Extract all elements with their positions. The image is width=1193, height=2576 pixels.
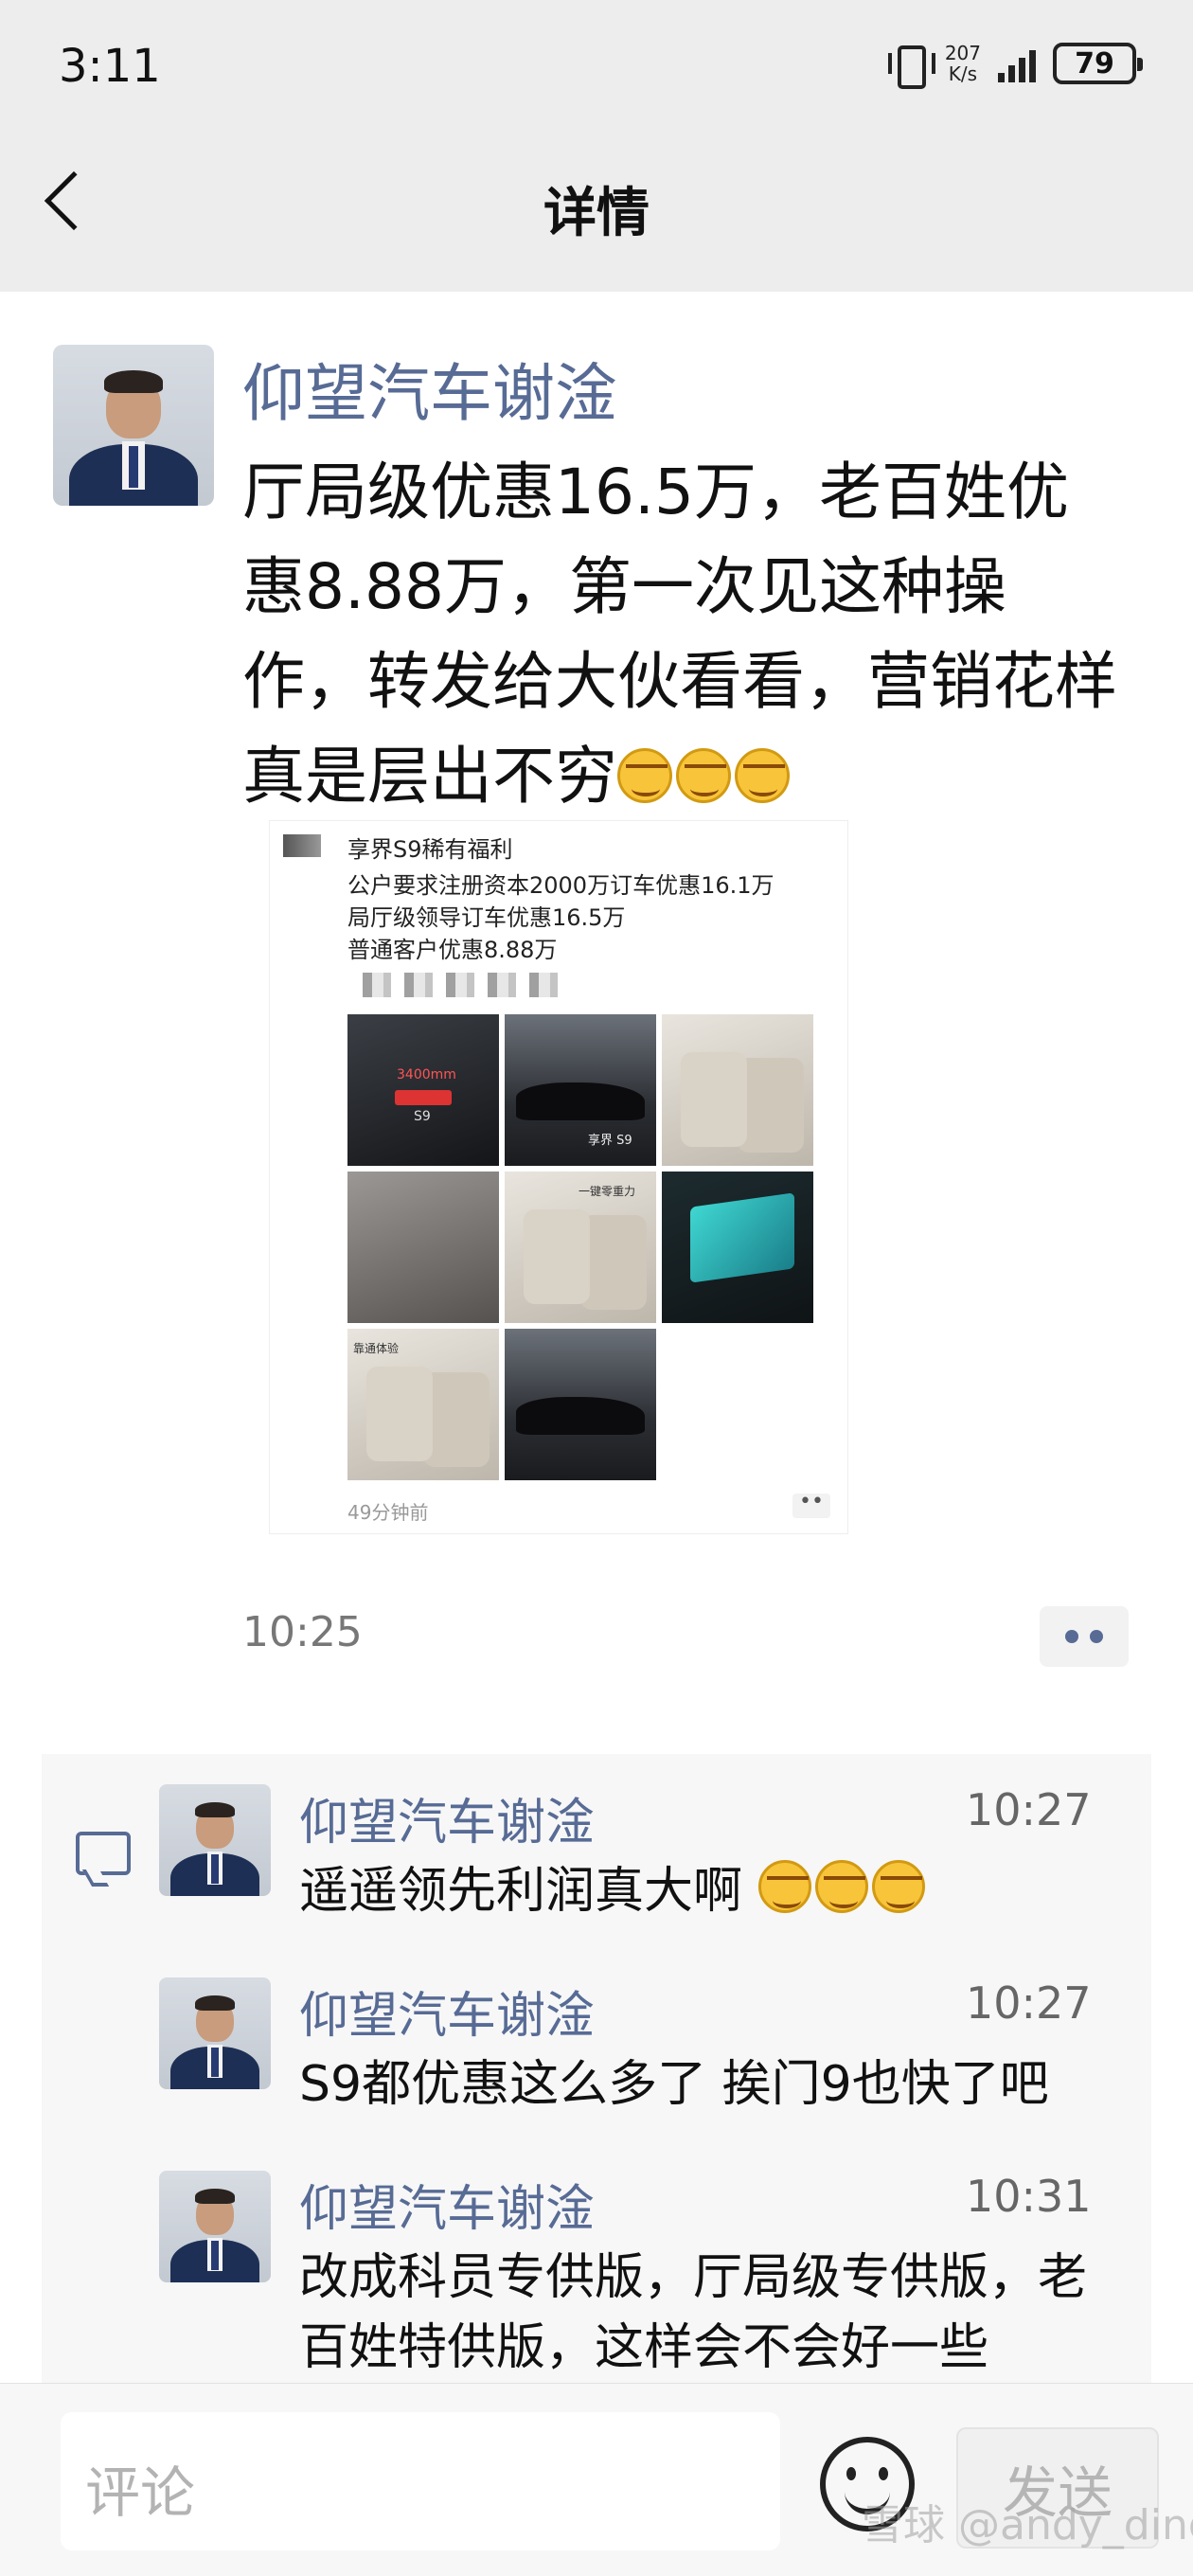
comment-input[interactable]: 评论 (61, 2412, 780, 2550)
top-bar: 3:11 207 K/s 79 详情 (0, 0, 1193, 292)
comment-avatar[interactable] (159, 1784, 271, 1896)
shot-line-3: 普通客户优惠8.88万 (347, 937, 558, 963)
blurred-text (363, 973, 561, 997)
blurred-avatar (283, 834, 321, 857)
thumb-display (662, 1172, 813, 1323)
comment-author[interactable]: 仰望汽车谢淦 (299, 1976, 595, 2047)
more-options-button[interactable] (1040, 1606, 1129, 1667)
comment-author[interactable]: 仰望汽车谢淦 (299, 1782, 595, 1853)
shot-line-1: 公户要求注册资本2000万订车优惠16.1万 (347, 872, 775, 899)
signal-icon (998, 45, 1036, 82)
post-avatar[interactable] (53, 345, 214, 506)
post-time: 10:25 (242, 1608, 363, 1656)
page-title: 详情 (543, 183, 650, 244)
comment-time: 10:31 (966, 2171, 1092, 2222)
post-author-name[interactable]: 仰望汽车谢淦 (242, 343, 617, 434)
smirk-emoji-icon (757, 1860, 811, 1913)
comment-text[interactable]: 改成科员专供版，厅局级专供版，老百姓特供版，这样会不会好一些 (299, 2243, 1132, 2383)
status-time: 3:11 (59, 40, 161, 93)
shared-screenshot-image[interactable]: 享界S9稀有福利 公户要求注册资本2000万订车优惠16.1万 局厅级领导订车优… (269, 820, 848, 1534)
facepalm-laugh-emoji-icon (676, 748, 731, 803)
shot-timestamp: 49分钟前 (347, 1501, 429, 1524)
thumb-seat-screen (347, 1172, 499, 1323)
comment-author[interactable]: 仰望汽车谢淦 (299, 2169, 595, 2240)
vibrate-icon (887, 42, 935, 89)
thumb-dimensions: 3400mm S9 (347, 1014, 499, 1166)
post-text-content: 厅局级优惠16.5万，老百姓优惠8.88万，第一次见这种操作，转发给大伙看看，营… (242, 456, 1117, 813)
thumb-seat-controls: 一键零重力 (505, 1172, 656, 1323)
facepalm-laugh-emoji-icon (735, 748, 790, 803)
moments-detail-page: 3:11 207 K/s 79 详情 仰望汽车谢淦 厅局级优惠16.5万，老百姓… (0, 0, 1193, 2576)
comments-panel: 仰望汽车谢淦 10:27 遥遥领先利润真大啊 仰望汽车谢淦 10:27 S9都优… (42, 1754, 1151, 2385)
shot-more-icon: •• (792, 1492, 830, 1518)
comment-time: 10:27 (966, 1784, 1092, 1835)
shot-line-2: 局厅级领导订车优惠16.5万 (347, 904, 626, 931)
status-icons: 207 K/s 79 (887, 42, 1143, 89)
comment-text[interactable]: 遥遥领先利润真大啊 (299, 1856, 1132, 1926)
shot-title: 享界S9稀有福利 (347, 836, 513, 863)
thumb-rear-seats (662, 1014, 813, 1166)
smirk-emoji-icon (871, 1860, 925, 1913)
post-text: 厅局级优惠16.5万，老百姓优惠8.88万，第一次见这种操作，转发给大伙看看，营… (242, 445, 1123, 824)
comment-avatar[interactable] (159, 2171, 271, 2282)
smirk-emoji-icon (814, 1860, 868, 1913)
battery-icon: 79 (1053, 43, 1143, 84)
comment-text[interactable]: S9都优惠这么多了 挨门9也快了吧 (299, 2049, 1132, 2120)
thumb-rear-console: 靠通体验 (347, 1329, 499, 1480)
comment-icon (76, 1832, 131, 1875)
thumb-car-side: 享界 S9 (505, 1014, 656, 1166)
comment-avatar[interactable] (159, 1977, 271, 2089)
comment-time: 10:27 (966, 1977, 1092, 2029)
watermark: 雪球 @andy_ding (862, 2501, 1193, 2549)
battery-level: 79 (1075, 46, 1114, 80)
thumb-car-front (505, 1329, 656, 1480)
network-speed: 207 K/s (944, 42, 981, 85)
facepalm-laugh-emoji-icon (617, 748, 672, 803)
